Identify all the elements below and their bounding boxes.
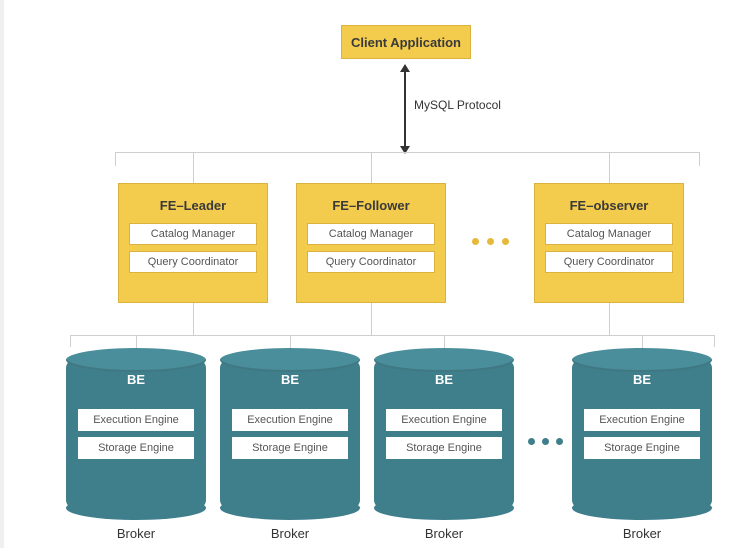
- be-execution-engine: Execution Engine: [584, 409, 700, 431]
- be-storage-engine: Storage Engine: [386, 437, 502, 459]
- broker-label: Broker: [220, 526, 360, 541]
- be-cylinder-icon: BE Execution Engine Storage Engine: [374, 360, 514, 508]
- fe-distribution-line: [115, 152, 700, 153]
- fe-query-coordinator: Query Coordinator: [307, 251, 435, 273]
- architecture-diagram: Client Application MySQL Protocol FE–Lea…: [0, 0, 730, 548]
- be-storage-engine: Storage Engine: [78, 437, 194, 459]
- fe-catalog-manager: Catalog Manager: [307, 223, 435, 245]
- be-node: BE Execution Engine Storage Engine Broke…: [374, 360, 514, 541]
- be-title: BE: [66, 360, 206, 387]
- be-ellipsis-icon: [528, 438, 563, 445]
- be-cylinder-icon: BE Execution Engine Storage Engine: [66, 360, 206, 508]
- fe-follower-box: FE–Follower Catalog Manager Query Coordi…: [296, 183, 446, 303]
- fe-connector: [371, 152, 372, 183]
- be-storage-engine: Storage Engine: [584, 437, 700, 459]
- client-application-box: Client Application: [341, 25, 471, 59]
- broker-label: Broker: [374, 526, 514, 541]
- be-node: BE Execution Engine Storage Engine Broke…: [220, 360, 360, 541]
- fe-title: FE–Follower: [332, 198, 409, 213]
- fe-edge-tick: [699, 152, 700, 166]
- be-title: BE: [220, 360, 360, 387]
- fe-be-connector: [371, 303, 372, 335]
- mysql-protocol-label: MySQL Protocol: [414, 98, 501, 112]
- fe-catalog-manager: Catalog Manager: [545, 223, 673, 245]
- be-execution-engine: Execution Engine: [232, 409, 348, 431]
- fe-query-coordinator: Query Coordinator: [129, 251, 257, 273]
- be-cylinder-icon: BE Execution Engine Storage Engine: [220, 360, 360, 508]
- be-edge-tick: [714, 335, 715, 347]
- fe-title: FE–observer: [570, 198, 649, 213]
- be-title: BE: [374, 360, 514, 387]
- fe-observer-box: FE–observer Catalog Manager Query Coordi…: [534, 183, 684, 303]
- be-edge-tick: [70, 335, 71, 347]
- be-storage-engine: Storage Engine: [232, 437, 348, 459]
- mysql-protocol-arrow: [404, 66, 406, 152]
- fe-query-coordinator: Query Coordinator: [545, 251, 673, 273]
- be-node: BE Execution Engine Storage Engine Broke…: [66, 360, 206, 541]
- broker-label: Broker: [66, 526, 206, 541]
- be-execution-engine: Execution Engine: [78, 409, 194, 431]
- fe-catalog-manager: Catalog Manager: [129, 223, 257, 245]
- fe-ellipsis-icon: [472, 238, 509, 245]
- fe-be-connector: [193, 303, 194, 335]
- fe-edge-tick: [115, 152, 116, 166]
- be-node: BE Execution Engine Storage Engine Broke…: [572, 360, 712, 541]
- client-application-label: Client Application: [351, 35, 461, 50]
- fe-connector: [193, 152, 194, 183]
- be-cylinder-icon: BE Execution Engine Storage Engine: [572, 360, 712, 508]
- be-distribution-line: [70, 335, 715, 336]
- be-title: BE: [572, 360, 712, 387]
- page-edge-artifact: [0, 0, 4, 548]
- fe-title: FE–Leader: [160, 198, 226, 213]
- broker-label: Broker: [572, 526, 712, 541]
- fe-be-connector: [609, 303, 610, 335]
- be-execution-engine: Execution Engine: [386, 409, 502, 431]
- fe-connector: [609, 152, 610, 183]
- fe-leader-box: FE–Leader Catalog Manager Query Coordina…: [118, 183, 268, 303]
